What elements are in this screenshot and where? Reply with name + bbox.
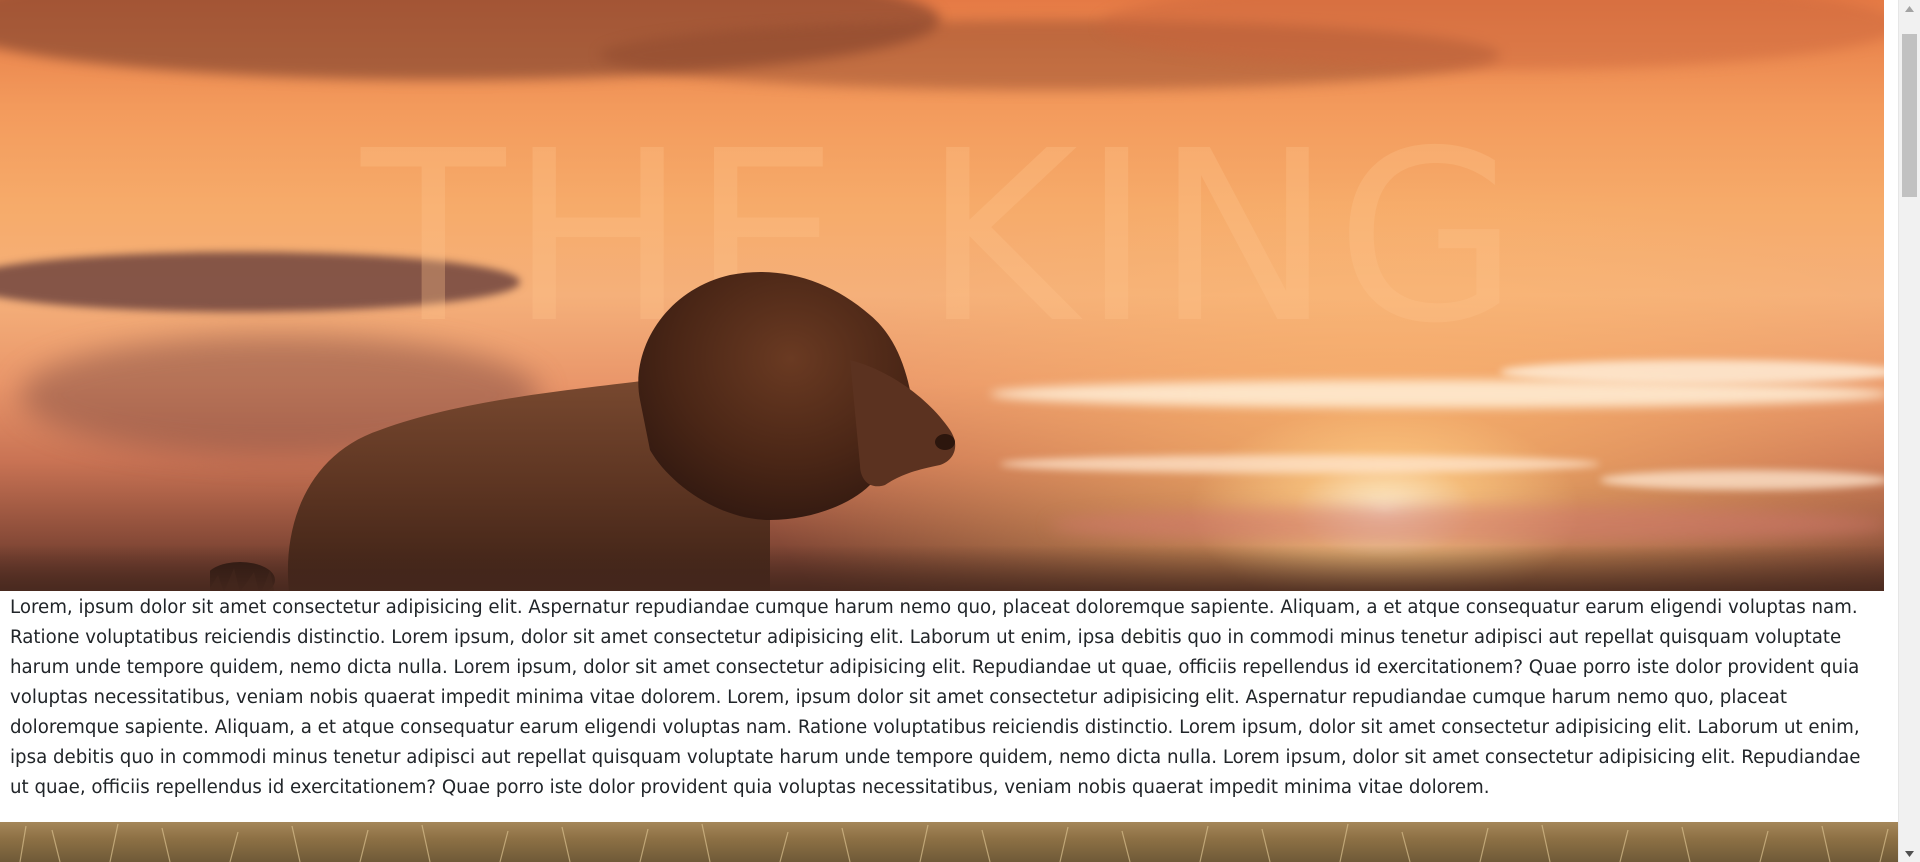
cloud bbox=[1000, 455, 1600, 473]
scroll-down-button[interactable] bbox=[1899, 845, 1920, 862]
cloud bbox=[1050, 505, 1884, 545]
lion-silhouette bbox=[210, 271, 956, 591]
savanna-horizon bbox=[0, 545, 1884, 591]
triangle-up-icon bbox=[1905, 5, 1914, 12]
triangle-down-icon bbox=[1905, 850, 1914, 857]
cloud bbox=[1500, 360, 1884, 384]
scrollbar-thumb[interactable] bbox=[1902, 34, 1917, 197]
page: THE KING Lorem, ipsum dolor sit amet con… bbox=[0, 0, 1898, 862]
grass-image-strip bbox=[0, 822, 1898, 862]
main-content: Lorem, ipsum dolor sit amet consectetur … bbox=[10, 593, 1870, 803]
grass-blades bbox=[19, 823, 1889, 862]
vertical-scrollbar[interactable] bbox=[1898, 0, 1920, 862]
hero-banner: THE KING bbox=[0, 0, 1884, 591]
cloud bbox=[990, 380, 1884, 408]
scroll-up-button[interactable] bbox=[1899, 0, 1920, 17]
body-paragraph: Lorem, ipsum dolor sit amet consectetur … bbox=[10, 597, 1861, 798]
cloud bbox=[1600, 470, 1884, 490]
browser-viewport: THE KING Lorem, ipsum dolor sit amet con… bbox=[0, 0, 1920, 862]
